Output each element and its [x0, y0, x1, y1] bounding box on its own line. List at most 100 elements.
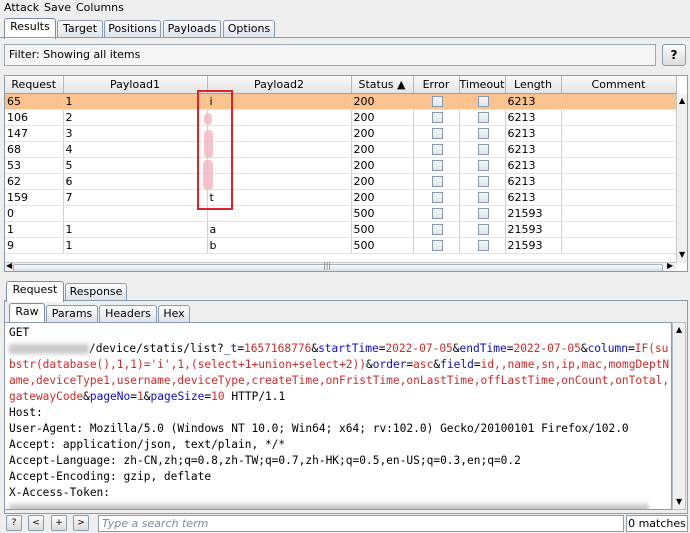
col-status[interactable]: Status ▲: [351, 76, 414, 94]
editor-vertical-scrollbar[interactable]: ▲ ▼: [672, 322, 686, 510]
cell-length: 21593: [505, 237, 562, 254]
error-checkbox[interactable]: [431, 96, 443, 107]
error-checkbox[interactable]: [431, 208, 443, 219]
redacted-token-line: [9, 501, 667, 509]
cell-payload1: 6: [63, 173, 208, 190]
cell-timeout: [459, 189, 506, 206]
subtab-raw[interactable]: Raw: [9, 303, 45, 322]
scroll-down-icon[interactable]: ▼: [676, 497, 682, 506]
table-row[interactable]: 1 1 a 500 21593: [5, 221, 677, 238]
col-timeout[interactable]: Timeout: [459, 76, 506, 94]
tab-results[interactable]: Results: [4, 18, 56, 39]
menu-columns[interactable]: Columns: [76, 1, 124, 14]
error-checkbox[interactable]: [431, 128, 443, 139]
subtab-hex[interactable]: Hex: [158, 305, 190, 322]
subtab-params[interactable]: Params: [46, 305, 98, 322]
table-row[interactable]: 53 5 200 6213: [5, 157, 677, 174]
param-name: field: [440, 358, 474, 371]
table-row[interactable]: 159 7 t 200 6213: [5, 189, 677, 206]
timeout-checkbox[interactable]: [477, 112, 489, 123]
tab-options[interactable]: Options: [223, 20, 275, 38]
cell-length: 6213: [505, 125, 562, 142]
timeout-checkbox[interactable]: [477, 144, 489, 155]
cell-comment: [561, 237, 677, 254]
horizontal-scroll-thumb[interactable]: [13, 264, 663, 271]
scroll-up-icon[interactable]: ▲: [676, 325, 682, 334]
search-help-button[interactable]: ?: [6, 515, 22, 531]
timeout-checkbox[interactable]: [477, 192, 489, 203]
scroll-up-icon[interactable]: ▲: [679, 96, 685, 105]
search-next-button[interactable]: >: [73, 515, 89, 531]
scroll-down-icon[interactable]: ▼: [679, 250, 685, 259]
table-row[interactable]: 0 500 21593: [5, 205, 677, 222]
search-add-button[interactable]: +: [51, 515, 67, 531]
timeout-checkbox[interactable]: [477, 160, 489, 171]
cell-request: 9: [5, 237, 64, 254]
col-length[interactable]: Length: [505, 76, 562, 94]
param-name: endTime: [459, 342, 507, 355]
error-checkbox[interactable]: [431, 112, 443, 123]
cell-timeout: [459, 237, 506, 254]
error-checkbox[interactable]: [431, 160, 443, 171]
cell-length: 6213: [505, 157, 562, 174]
cell-timeout: [459, 221, 506, 238]
timeout-checkbox[interactable]: [477, 240, 489, 251]
redacted-token: [9, 504, 649, 509]
cell-request: 0: [5, 205, 64, 222]
timeout-checkbox[interactable]: [477, 224, 489, 235]
param-value: 2022-07-05: [513, 342, 581, 355]
error-checkbox[interactable]: [431, 192, 443, 203]
help-button[interactable]: ?: [662, 44, 686, 66]
error-checkbox[interactable]: [431, 176, 443, 187]
menu-attack[interactable]: Attack: [4, 1, 39, 14]
cell-status: 200: [351, 109, 414, 126]
table-row[interactable]: 147 3 200 6213: [5, 125, 677, 142]
scroll-right-icon[interactable]: ▶: [667, 261, 673, 270]
cell-timeout: [459, 109, 506, 126]
cell-request: 68: [5, 141, 64, 158]
cell-status: 200: [351, 141, 414, 158]
timeout-checkbox[interactable]: [477, 128, 489, 139]
raw-request-editor[interactable]: GET/device/statis/list?_t=1657168776&sta…: [4, 322, 672, 510]
menu-save[interactable]: Save: [44, 1, 71, 14]
table-row[interactable]: 9 1 b 500 21593: [5, 237, 677, 254]
col-request[interactable]: Request: [5, 76, 64, 94]
param-value: 1: [137, 390, 144, 403]
timeout-checkbox[interactable]: [477, 96, 489, 107]
tab-response[interactable]: Response: [65, 283, 127, 300]
cell-status: 200: [351, 157, 414, 174]
table-row[interactable]: 65 1 i 200 6213: [5, 93, 677, 110]
tab-request[interactable]: Request: [6, 281, 64, 302]
timeout-checkbox[interactable]: [477, 176, 489, 187]
col-payload1[interactable]: Payload1: [63, 76, 208, 94]
search-input[interactable]: Type a search term: [98, 515, 624, 532]
results-grid: Request Payload1 Payload2 Status ▲ Error…: [5, 76, 677, 254]
col-error[interactable]: Error: [413, 76, 460, 94]
col-comment[interactable]: Comment: [561, 76, 677, 94]
error-checkbox[interactable]: [431, 240, 443, 251]
error-checkbox[interactable]: [431, 144, 443, 155]
request-line-url-end: gatewayCode&pageNo=1&pageSize=10 HTTP/1.…: [9, 390, 286, 403]
param-name: pageNo: [89, 390, 131, 403]
tab-payloads[interactable]: Payloads: [163, 20, 221, 38]
tab-target[interactable]: Target: [57, 20, 103, 38]
tab-positions[interactable]: Positions: [104, 20, 161, 38]
cell-status: 200: [351, 189, 414, 206]
search-prev-button[interactable]: <: [28, 515, 44, 531]
table-row[interactable]: 62 6 200 6213: [5, 173, 677, 190]
table-horizontal-scrollbar[interactable]: ◀ ||| ▶: [5, 261, 676, 271]
table-vertical-scrollbar[interactable]: ▲ ▼: [676, 94, 687, 263]
scroll-left-icon[interactable]: ◀: [6, 261, 12, 270]
cell-request: 62: [5, 173, 64, 190]
cell-comment: [561, 125, 677, 142]
cell-request: 65: [5, 93, 64, 110]
cell-status: 500: [351, 237, 414, 254]
table-row[interactable]: 68 4 200 6213: [5, 141, 677, 158]
timeout-checkbox[interactable]: [477, 208, 489, 219]
error-checkbox[interactable]: [431, 224, 443, 235]
table-row[interactable]: 106 2 200 6213: [5, 109, 677, 126]
filter-bar[interactable]: Filter: Showing all items: [4, 44, 656, 66]
subtab-headers[interactable]: Headers: [99, 305, 157, 322]
cell-payload2: a: [207, 221, 352, 238]
cell-payload1: 1: [63, 93, 208, 110]
